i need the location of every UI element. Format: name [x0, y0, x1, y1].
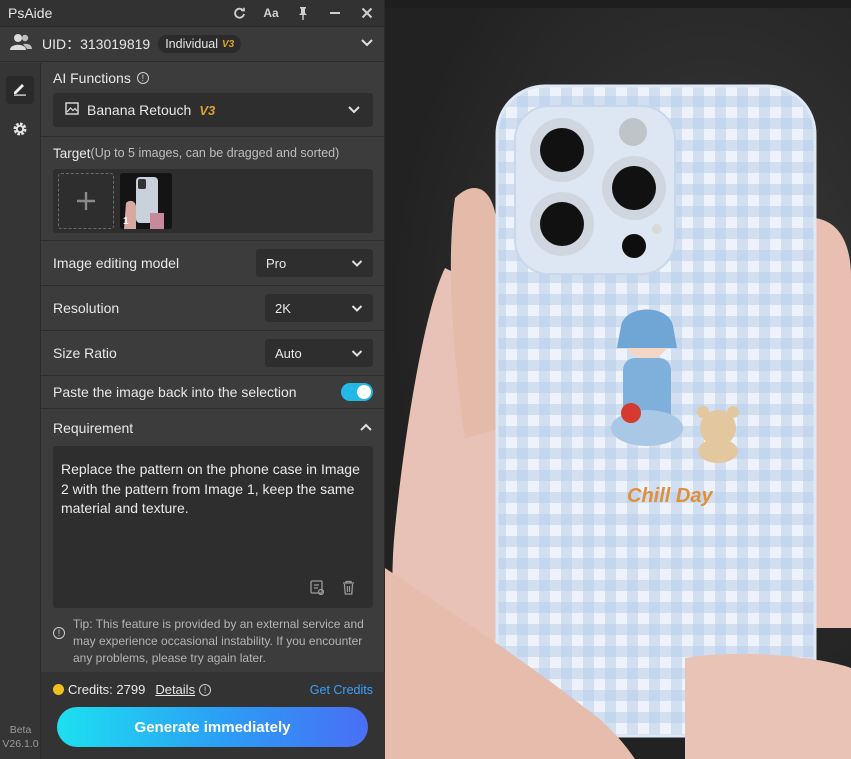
info-icon[interactable]: ! — [199, 683, 212, 696]
thumbnail-index: 1 — [123, 216, 129, 227]
prompt-library-icon[interactable] — [310, 579, 325, 601]
tip-text: Tip: This feature is provided by an exte… — [73, 617, 364, 665]
chevron-down-icon — [347, 102, 361, 118]
requirement-text: Replace the pattern on the phone case in… — [61, 461, 360, 516]
minimize-icon[interactable] — [326, 4, 344, 22]
model-label: Image editing model — [53, 255, 180, 271]
chevron-down-icon — [351, 256, 363, 271]
trash-icon[interactable] — [342, 580, 355, 601]
target-image-list[interactable]: 1 — [53, 169, 373, 233]
ai-function-value: Banana Retouch — [87, 102, 192, 118]
requirement-section: Requirement Replace the pattern on the p… — [41, 409, 385, 674]
generate-button[interactable]: Generate immediately — [57, 707, 368, 747]
sidebar: Beta V26.1.0 — [0, 63, 41, 759]
user-bar[interactable]: UID：313019819 Individual V3 — [0, 27, 384, 62]
requirement-label: Requirement — [53, 419, 134, 436]
uid-label: UID：313019819 — [42, 36, 151, 52]
ai-function-version: V3 — [199, 102, 216, 118]
sidebar-item-settings[interactable] — [6, 117, 34, 145]
chevron-down-icon[interactable] — [360, 35, 374, 53]
get-credits-link[interactable]: Get Credits — [310, 683, 373, 697]
resolution-row: Resolution 2K — [41, 286, 385, 331]
ai-function-select[interactable]: Banana Retouch V3 — [53, 93, 373, 127]
ratio-row: Size Ratio Auto — [41, 331, 385, 376]
version-info: Beta V26.1.0 — [0, 723, 41, 751]
plan-version: V3 — [222, 38, 235, 50]
plan-name: Individual — [165, 37, 219, 51]
coin-icon — [53, 684, 64, 695]
info-icon: ! — [53, 627, 65, 639]
gear-icon — [12, 121, 28, 142]
resolution-value: 2K — [275, 300, 291, 316]
paste-back-row: Paste the image back into the selection — [41, 376, 385, 409]
app-title: PsAide — [8, 5, 53, 21]
footer: Credits: 2799 Details ! Get Credits Gene… — [41, 672, 385, 759]
image-edit-icon — [65, 102, 79, 118]
ratio-label: Size Ratio — [53, 345, 117, 361]
target-hint: (Up to 5 images, can be dragged and sort… — [90, 146, 340, 160]
resolution-select[interactable]: 2K — [265, 294, 373, 322]
title-bar[interactable]: PsAide Aa — [0, 0, 384, 27]
psaide-panel: PsAide Aa UID：313019819 Individual V3 Be… — [0, 0, 385, 759]
canvas-area[interactable]: Chill Day — [385, 0, 851, 759]
chevron-down-icon — [351, 346, 363, 361]
sidebar-item-edit[interactable] — [6, 76, 34, 104]
plan-badge: Individual V3 — [158, 35, 242, 53]
main-content: AI Functions ! Banana Retouch V3 Target — [41, 63, 385, 759]
credits-label: Credits: 2799 — [68, 682, 146, 697]
target-section: Target (Up to 5 images, can be dragged a… — [41, 137, 385, 241]
ai-functions-label: AI Functions — [53, 70, 131, 86]
users-icon — [10, 33, 32, 56]
font-size-icon[interactable]: Aa — [262, 4, 280, 22]
ratio-select[interactable]: Auto — [265, 339, 373, 367]
chevron-down-icon — [351, 301, 363, 316]
target-label: Target — [53, 145, 91, 161]
credits-row: Credits: 2799 Details ! Get Credits — [53, 672, 373, 707]
chevron-up-icon[interactable] — [359, 419, 373, 437]
requirement-textarea[interactable]: Replace the pattern on the phone case in… — [53, 446, 373, 608]
version-label: V26.1.0 — [2, 738, 39, 750]
phone-case-text: Chill Day — [627, 485, 713, 507]
paste-back-label: Paste the image back into the selection — [53, 384, 297, 400]
model-value: Pro — [266, 255, 287, 271]
beta-label: Beta — [9, 724, 32, 736]
phone-photo: Chill Day — [385, 84, 851, 759]
tip-block: ! Tip: This feature is provided by an ex… — [53, 608, 373, 667]
add-image-button[interactable] — [58, 173, 114, 229]
ratio-value: Auto — [275, 345, 302, 361]
close-icon[interactable] — [358, 4, 376, 22]
target-thumbnail[interactable]: 1 — [120, 173, 172, 229]
resolution-label: Resolution — [53, 300, 120, 316]
model-select[interactable]: Pro — [256, 249, 373, 277]
pin-icon[interactable] — [294, 4, 312, 22]
paste-back-toggle[interactable] — [341, 383, 373, 401]
refresh-icon[interactable] — [230, 4, 248, 22]
details-link[interactable]: Details — [155, 682, 195, 697]
edit-icon — [12, 80, 28, 101]
canvas-photo: Chill Day — [385, 8, 851, 759]
ai-functions-section: AI Functions ! Banana Retouch V3 — [41, 63, 385, 137]
model-row: Image editing model Pro — [41, 241, 385, 286]
toggle-knob — [357, 385, 371, 399]
info-icon[interactable]: ! — [136, 72, 149, 84]
